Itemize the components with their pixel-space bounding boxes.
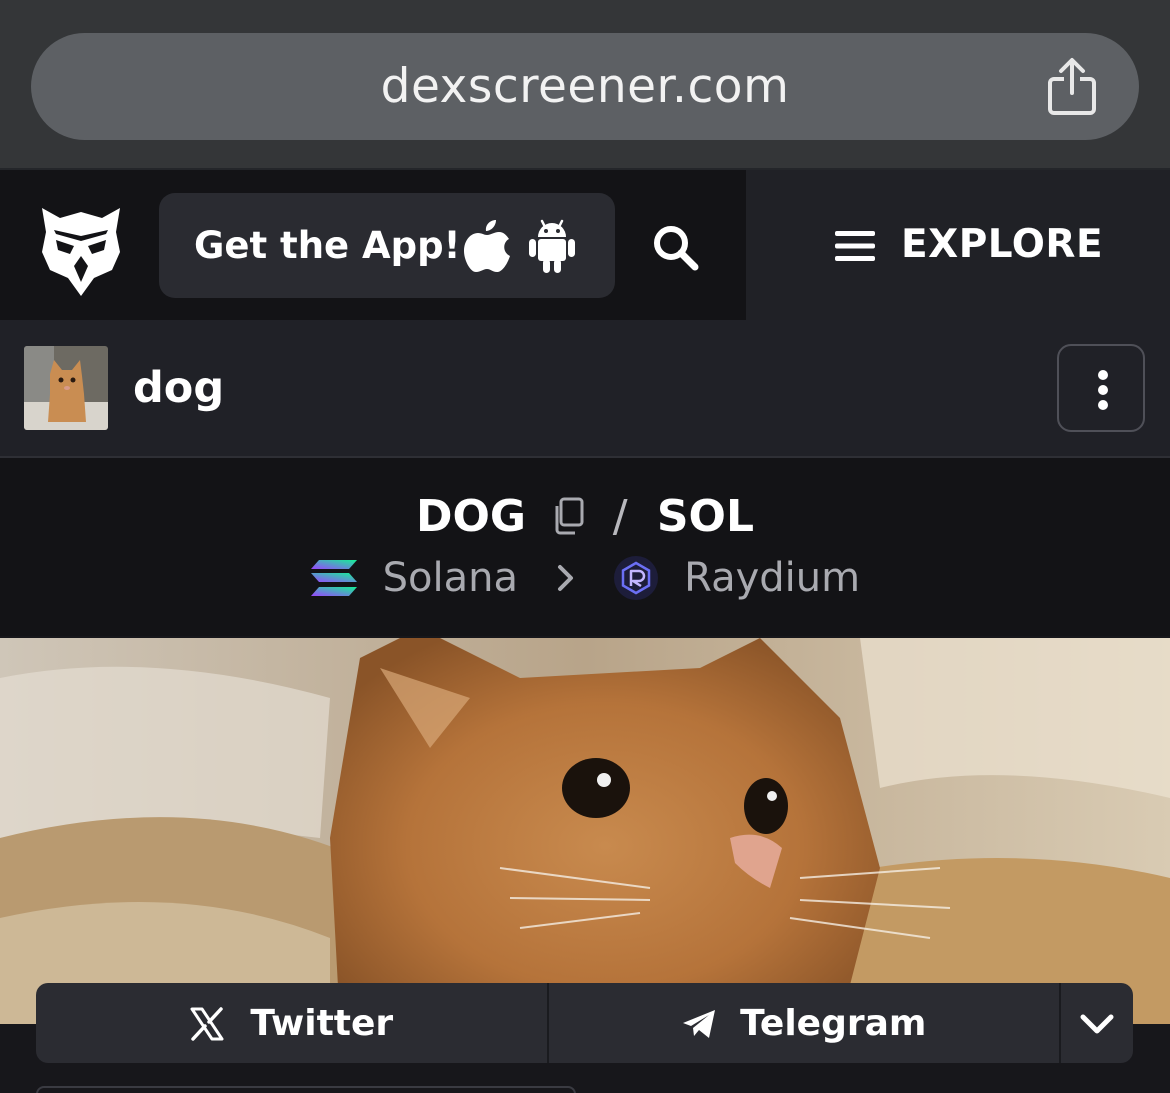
token-name: dog	[133, 363, 225, 413]
browser-toolbar: dexscreener.com	[0, 0, 1170, 170]
explore-menu-button[interactable]: EXPLORE	[746, 170, 1170, 320]
get-app-label: Get the App!	[194, 224, 461, 267]
quote-token-symbol: SOL	[656, 490, 754, 542]
raydium-icon	[614, 556, 659, 600]
expand-socials-button[interactable]	[1061, 983, 1133, 1063]
more-dot	[1098, 400, 1108, 410]
explore-label: EXPLORE	[901, 222, 1104, 267]
chain-name[interactable]: Solana	[383, 555, 518, 601]
x-twitter-icon	[190, 1007, 224, 1041]
solana-icon	[310, 560, 357, 596]
pair-title: DOG / SOL	[0, 488, 1170, 548]
chevron-right-icon	[557, 565, 573, 591]
social-links-bar: Twitter Telegram	[36, 983, 1133, 1063]
pair-separator: /	[612, 490, 628, 542]
token-banner-image	[0, 638, 1170, 1024]
telegram-icon	[682, 1010, 715, 1038]
url-text: dexscreener.com	[380, 59, 790, 114]
more-dot	[1098, 385, 1108, 395]
search-icon[interactable]	[650, 222, 700, 272]
site-header: Get the App! EXPLORE	[0, 170, 1170, 320]
hamburger-menu-icon	[835, 231, 875, 261]
token-header: dog	[0, 320, 1170, 458]
next-panel-edge	[36, 1086, 576, 1093]
base-token-symbol: DOG	[416, 490, 527, 542]
more-vertical-icon	[1098, 370, 1108, 380]
copy-icon[interactable]	[551, 497, 585, 535]
telegram-label: Telegram	[740, 1003, 927, 1044]
eagle-logo-icon[interactable]	[40, 204, 122, 298]
address-bar[interactable]: dexscreener.com	[31, 33, 1139, 140]
get-the-app-button[interactable]: Get the App!	[159, 193, 615, 298]
apple-icon	[464, 220, 510, 272]
pair-info: DOG / SOL Solana Raydium	[0, 458, 1170, 636]
telegram-button[interactable]: Telegram	[549, 983, 1059, 1063]
more-options-button[interactable]	[1057, 344, 1145, 432]
dex-name[interactable]: Raydium	[684, 555, 860, 601]
chain-dex-breadcrumb: Solana Raydium	[0, 553, 1170, 609]
chevron-down-icon	[1080, 1014, 1114, 1034]
token-avatar	[24, 346, 108, 430]
twitter-button[interactable]: Twitter	[36, 983, 547, 1063]
share-icon[interactable]	[1045, 57, 1099, 117]
android-icon	[529, 219, 575, 273]
twitter-label: Twitter	[250, 1003, 394, 1044]
